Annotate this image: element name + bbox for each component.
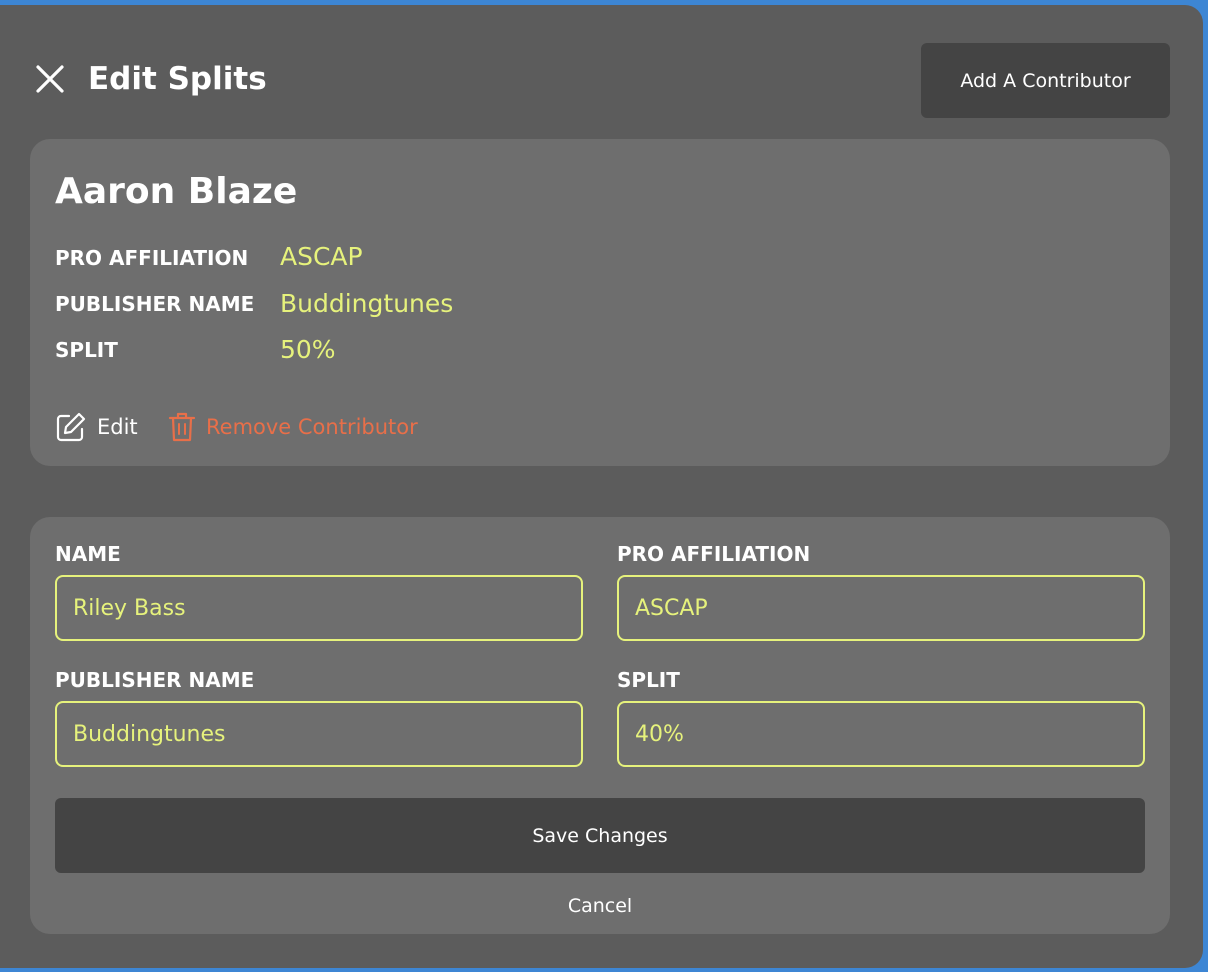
publisher-name-input[interactable]: [55, 701, 583, 767]
edit-icon: [56, 412, 86, 442]
publisher-name-value: Buddingtunes: [280, 289, 454, 318]
close-icon[interactable]: [36, 65, 64, 93]
split-field-label: SPLIT: [617, 668, 680, 692]
edit-button[interactable]: Edit: [55, 409, 138, 445]
remove-contributor-label: Remove Contributor: [206, 415, 418, 439]
contributor-form: NAME PRO AFFILIATION PUBLISHER NAME SPLI…: [30, 517, 1170, 934]
remove-contributor-button[interactable]: Remove Contributor: [168, 409, 418, 445]
name-field-label: NAME: [55, 542, 121, 566]
edit-splits-modal: Edit Splits Add A Contributor Aaron Blaz…: [0, 5, 1203, 968]
cancel-button[interactable]: Cancel: [500, 889, 700, 923]
pro-affiliation-field-label: PRO AFFILIATION: [617, 542, 811, 566]
contributor-name: Aaron Blaze: [55, 171, 298, 212]
trash-icon: [168, 412, 196, 442]
pro-affiliation-input[interactable]: [617, 575, 1145, 641]
edit-label: Edit: [97, 415, 138, 439]
publisher-name-field-label: PUBLISHER NAME: [55, 668, 255, 692]
save-changes-button[interactable]: Save Changes: [55, 798, 1145, 873]
name-input[interactable]: [55, 575, 583, 641]
pro-affiliation-value: ASCAP: [280, 242, 363, 271]
split-value: 50%: [280, 335, 336, 364]
publisher-name-label: PUBLISHER NAME: [55, 292, 255, 316]
page-title: Edit Splits: [88, 61, 267, 97]
pro-affiliation-label: PRO AFFILIATION: [55, 246, 249, 270]
add-contributor-button[interactable]: Add A Contributor: [921, 43, 1170, 118]
split-input[interactable]: [617, 701, 1145, 767]
contributor-card: Aaron Blaze PRO AFFILIATION ASCAP PUBLIS…: [30, 139, 1170, 466]
split-label: SPLIT: [55, 338, 118, 362]
